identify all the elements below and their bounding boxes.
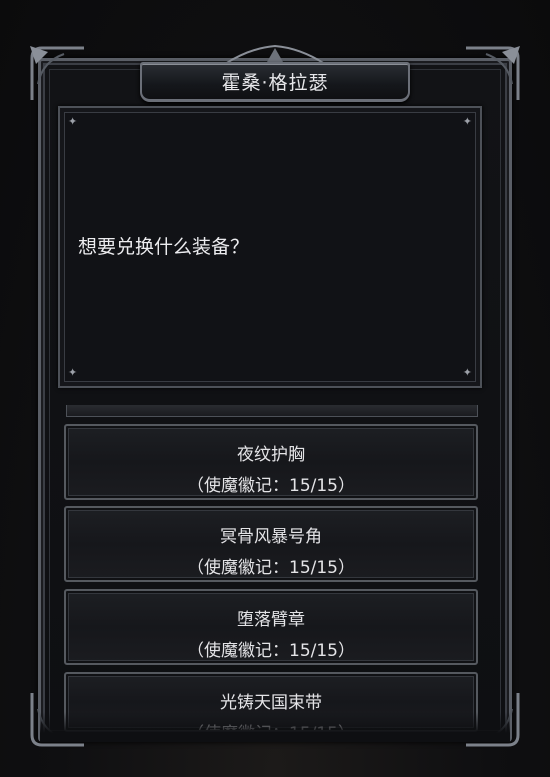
npc-title-bar: 霍桑·格拉瑟 (140, 62, 410, 102)
option-cost: （使魔徽记：15/15） (187, 641, 355, 661)
exchange-window: 霍桑·格拉瑟 ✦ ✦ ✦ ✦ 想要兑换什么装备？ 夜纹护胸 （使魔徽记：15/1… (0, 0, 550, 777)
option-cost: （使魔徽记：15/15） (66, 719, 476, 730)
exchange-option[interactable]: 光铸天国束带 （使魔徽记：15/15） (64, 672, 478, 732)
sparkle-icon: ✦ (68, 115, 78, 128)
npc-name: 霍桑·格拉瑟 (221, 72, 329, 94)
dialog-box: ✦ ✦ ✦ ✦ 想要兑换什么装备？ (58, 106, 482, 388)
option-item-name: 冥骨风暴号角 (220, 527, 322, 547)
option-list-top-edge (66, 405, 478, 417)
sparkle-icon: ✦ (68, 366, 78, 379)
exchange-option[interactable]: 堕落臂章 （使魔徽记：15/15） (64, 589, 478, 665)
exchange-option[interactable]: 夜纹护胸 （使魔徽记：15/15） (64, 424, 478, 500)
exchange-option[interactable]: 冥骨风暴号角 （使魔徽记：15/15） (64, 506, 478, 582)
option-item-name: 夜纹护胸 (237, 445, 305, 465)
option-cost: （使魔徽记：15/15） (187, 558, 355, 578)
option-item-name: 光铸天国束带 (220, 693, 322, 713)
option-cost: （使魔徽记：15/15） (187, 476, 355, 496)
option-item-name: 堕落臂章 (237, 610, 305, 630)
dialog-text: 想要兑换什么装备？ (78, 236, 250, 258)
sparkle-icon: ✦ (462, 366, 472, 379)
sparkle-icon: ✦ (462, 115, 472, 128)
